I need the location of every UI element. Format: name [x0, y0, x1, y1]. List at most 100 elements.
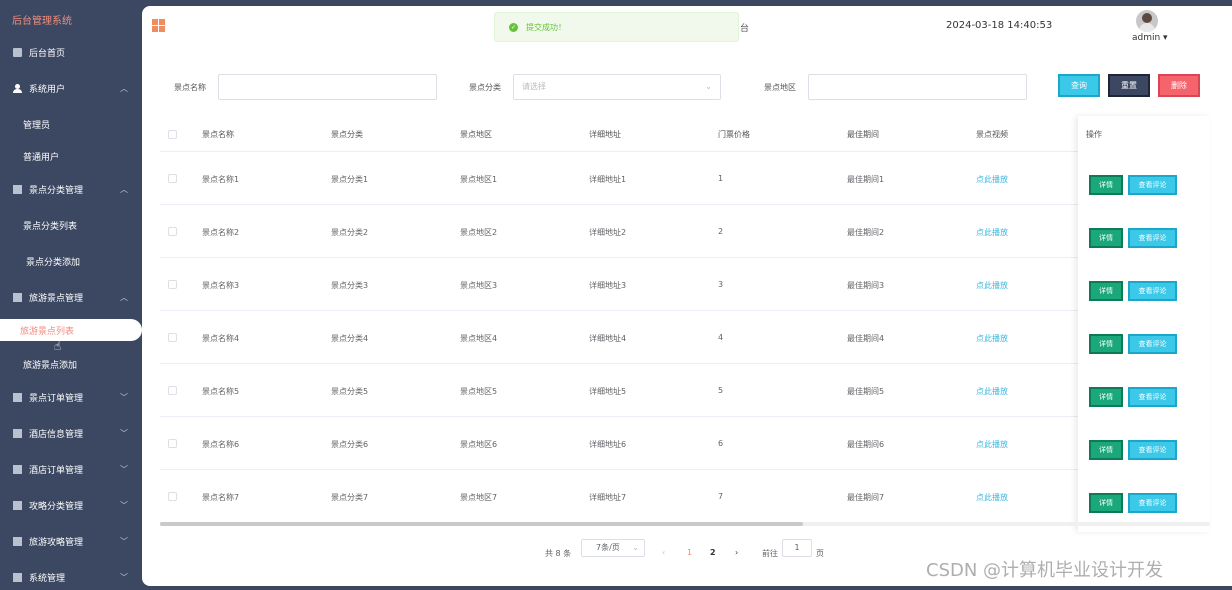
cell-price: 6: [718, 439, 724, 448]
view-comments-button[interactable]: 查看评论: [1128, 493, 1177, 513]
goto-page-input[interactable]: 1: [782, 539, 812, 557]
checkbox-icon: [13, 292, 22, 302]
view-comments-button[interactable]: 查看评论: [1128, 440, 1177, 460]
view-comments-button[interactable]: 查看评论: [1128, 228, 1177, 248]
play-video-link[interactable]: 点此播放: [976, 333, 1008, 344]
col-video: 景点视频: [976, 130, 1008, 139]
name-input[interactable]: [218, 74, 437, 100]
table-row: 景点名称6 景点分类6 景点地区6 详细地址6 6 最佳期间6 点此播放: [160, 417, 1210, 470]
table-row: 景点名称4 景点分类4 景点地区4 详细地址4 4 最佳期间4 点此播放: [160, 311, 1210, 364]
chevron-down-icon: ﹀: [120, 536, 128, 546]
cell-region: 景点地区7: [460, 493, 498, 502]
cell-region: 景点地区5: [460, 387, 498, 396]
sidebar-sub-spot-list[interactable]: 旅游景点列表: [0, 319, 142, 341]
region-input[interactable]: [808, 74, 1027, 100]
chevron-down-icon: ﹀: [120, 392, 128, 402]
view-comments-button[interactable]: 查看评论: [1128, 281, 1177, 301]
col-name: 景点名称: [202, 130, 234, 139]
sidebar-item-hotel-orders[interactable]: 酒店订单管理 ﹀: [0, 454, 142, 484]
play-video-link[interactable]: 点此播放: [976, 439, 1008, 450]
cell-period: 最佳期间2: [847, 228, 885, 237]
category-select[interactable]: 请选择 ⌄: [513, 74, 721, 100]
col-address: 详细地址: [589, 130, 621, 139]
sidebar-sub-category-list[interactable]: 景点分类列表: [23, 219, 77, 232]
cell-address: 详细地址2: [589, 228, 627, 237]
sidebar-item-guide-category[interactable]: 攻略分类管理 ﹀: [0, 490, 142, 520]
sidebar-sub-normal-user[interactable]: 普通用户: [23, 150, 59, 163]
cell-address: 详细地址5: [589, 387, 627, 396]
row-checkbox[interactable]: [168, 280, 177, 289]
sidebar-item-system-mgmt[interactable]: 系统管理 ﹀: [0, 562, 142, 590]
page-size-select[interactable]: 7条/页 ⌄: [581, 539, 645, 557]
view-comments-button[interactable]: 查看评论: [1128, 175, 1177, 195]
detail-button[interactable]: 详情: [1089, 493, 1123, 513]
prev-page-button[interactable]: ‹: [662, 548, 665, 557]
sidebar-sub-category-add[interactable]: 景点分类添加: [26, 255, 80, 268]
select-all-checkbox[interactable]: [168, 130, 177, 139]
play-video-link[interactable]: 点此播放: [976, 174, 1008, 185]
page-2-button[interactable]: 2: [710, 548, 716, 557]
sidebar-sub-spot-add[interactable]: 旅游景点添加: [23, 358, 77, 371]
cell-category: 景点分类3: [331, 281, 369, 290]
actions-column: 操作 详情 查看评论 详情 查看评论 详情 查看评论 详情 查看评论 详情 查看…: [1078, 116, 1210, 532]
view-comments-button[interactable]: 查看评论: [1128, 334, 1177, 354]
chevron-up-icon: ︿: [120, 292, 128, 302]
user-icon: [13, 83, 22, 93]
cell-region: 景点地区2: [460, 228, 498, 237]
detail-button[interactable]: 详情: [1089, 228, 1123, 248]
table-row: 景点名称3 景点分类3 景点地区3 详细地址3 3 最佳期间3 点此播放: [160, 258, 1210, 311]
sidebar-item-system-users[interactable]: 系统用户 ︿: [0, 73, 142, 103]
sidebar-item-hotel-info[interactable]: 酒店信息管理 ﹀: [0, 418, 142, 448]
cell-period: 最佳期间1: [847, 175, 885, 184]
col-category: 景点分类: [331, 130, 363, 139]
sidebar-item-category-mgmt[interactable]: 景点分类管理 ︿: [0, 174, 142, 204]
toast-message: 提交成功！: [526, 22, 566, 32]
query-button[interactable]: 查询: [1058, 74, 1100, 97]
detail-button[interactable]: 详情: [1089, 175, 1123, 195]
sidebar-item-home[interactable]: 后台首页: [0, 37, 142, 67]
row-checkbox[interactable]: [168, 439, 177, 448]
sidebar-item-label: 酒店信息管理: [29, 429, 84, 440]
page-1-button[interactable]: 1: [687, 548, 692, 557]
next-page-button[interactable]: ›: [735, 548, 738, 557]
sidebar-item-guide-mgmt[interactable]: 旅游攻略管理 ﹀: [0, 526, 142, 556]
page-size-value: 7条/页: [596, 543, 620, 552]
row-checkbox[interactable]: [168, 174, 177, 183]
sidebar-item-spot-mgmt[interactable]: 旅游景点管理 ︿: [0, 282, 142, 312]
row-checkbox[interactable]: [168, 333, 177, 342]
region-label: 景点地区: [764, 83, 796, 92]
sidebar-sub-admin[interactable]: 管理员: [23, 118, 50, 131]
cell-address: 详细地址6: [589, 440, 627, 449]
cell-address: 详细地址3: [589, 281, 627, 290]
col-price: 门票价格: [718, 130, 750, 139]
cell-period: 最佳期间3: [847, 281, 885, 290]
reset-button[interactable]: 重置: [1108, 74, 1150, 97]
view-comments-button[interactable]: 查看评论: [1128, 387, 1177, 407]
chevron-down-icon: ⌄: [632, 543, 639, 552]
user-menu[interactable]: admin ▾: [1132, 33, 1168, 43]
detail-button[interactable]: 详情: [1089, 440, 1123, 460]
detail-button[interactable]: 详情: [1089, 387, 1123, 407]
avatar[interactable]: [1136, 10, 1158, 32]
detail-button[interactable]: 详情: [1089, 334, 1123, 354]
delete-button[interactable]: 删除: [1158, 74, 1200, 97]
cell-category: 景点分类1: [331, 175, 369, 184]
row-checkbox[interactable]: [168, 227, 177, 236]
row-checkbox[interactable]: [168, 492, 177, 501]
cell-region: 景点地区4: [460, 334, 498, 343]
col-period: 最佳期间: [847, 130, 879, 139]
chevron-down-icon: ﹀: [120, 464, 128, 474]
checkbox-icon: [13, 572, 22, 582]
play-video-link[interactable]: 点此播放: [976, 492, 1008, 503]
row-checkbox[interactable]: [168, 386, 177, 395]
play-video-link[interactable]: 点此播放: [976, 227, 1008, 238]
horizontal-scrollbar[interactable]: [160, 522, 1210, 526]
cell-category: 景点分类5: [331, 387, 369, 396]
play-video-link[interactable]: 点此播放: [976, 386, 1008, 397]
play-video-link[interactable]: 点此播放: [976, 280, 1008, 291]
cell-name: 景点名称6: [202, 440, 240, 449]
chevron-down-icon: ﹀: [120, 500, 128, 510]
sidebar-item-spot-orders[interactable]: 景点订单管理 ﹀: [0, 382, 142, 412]
detail-button[interactable]: 详情: [1089, 281, 1123, 301]
menu-grid-icon[interactable]: [152, 19, 165, 32]
